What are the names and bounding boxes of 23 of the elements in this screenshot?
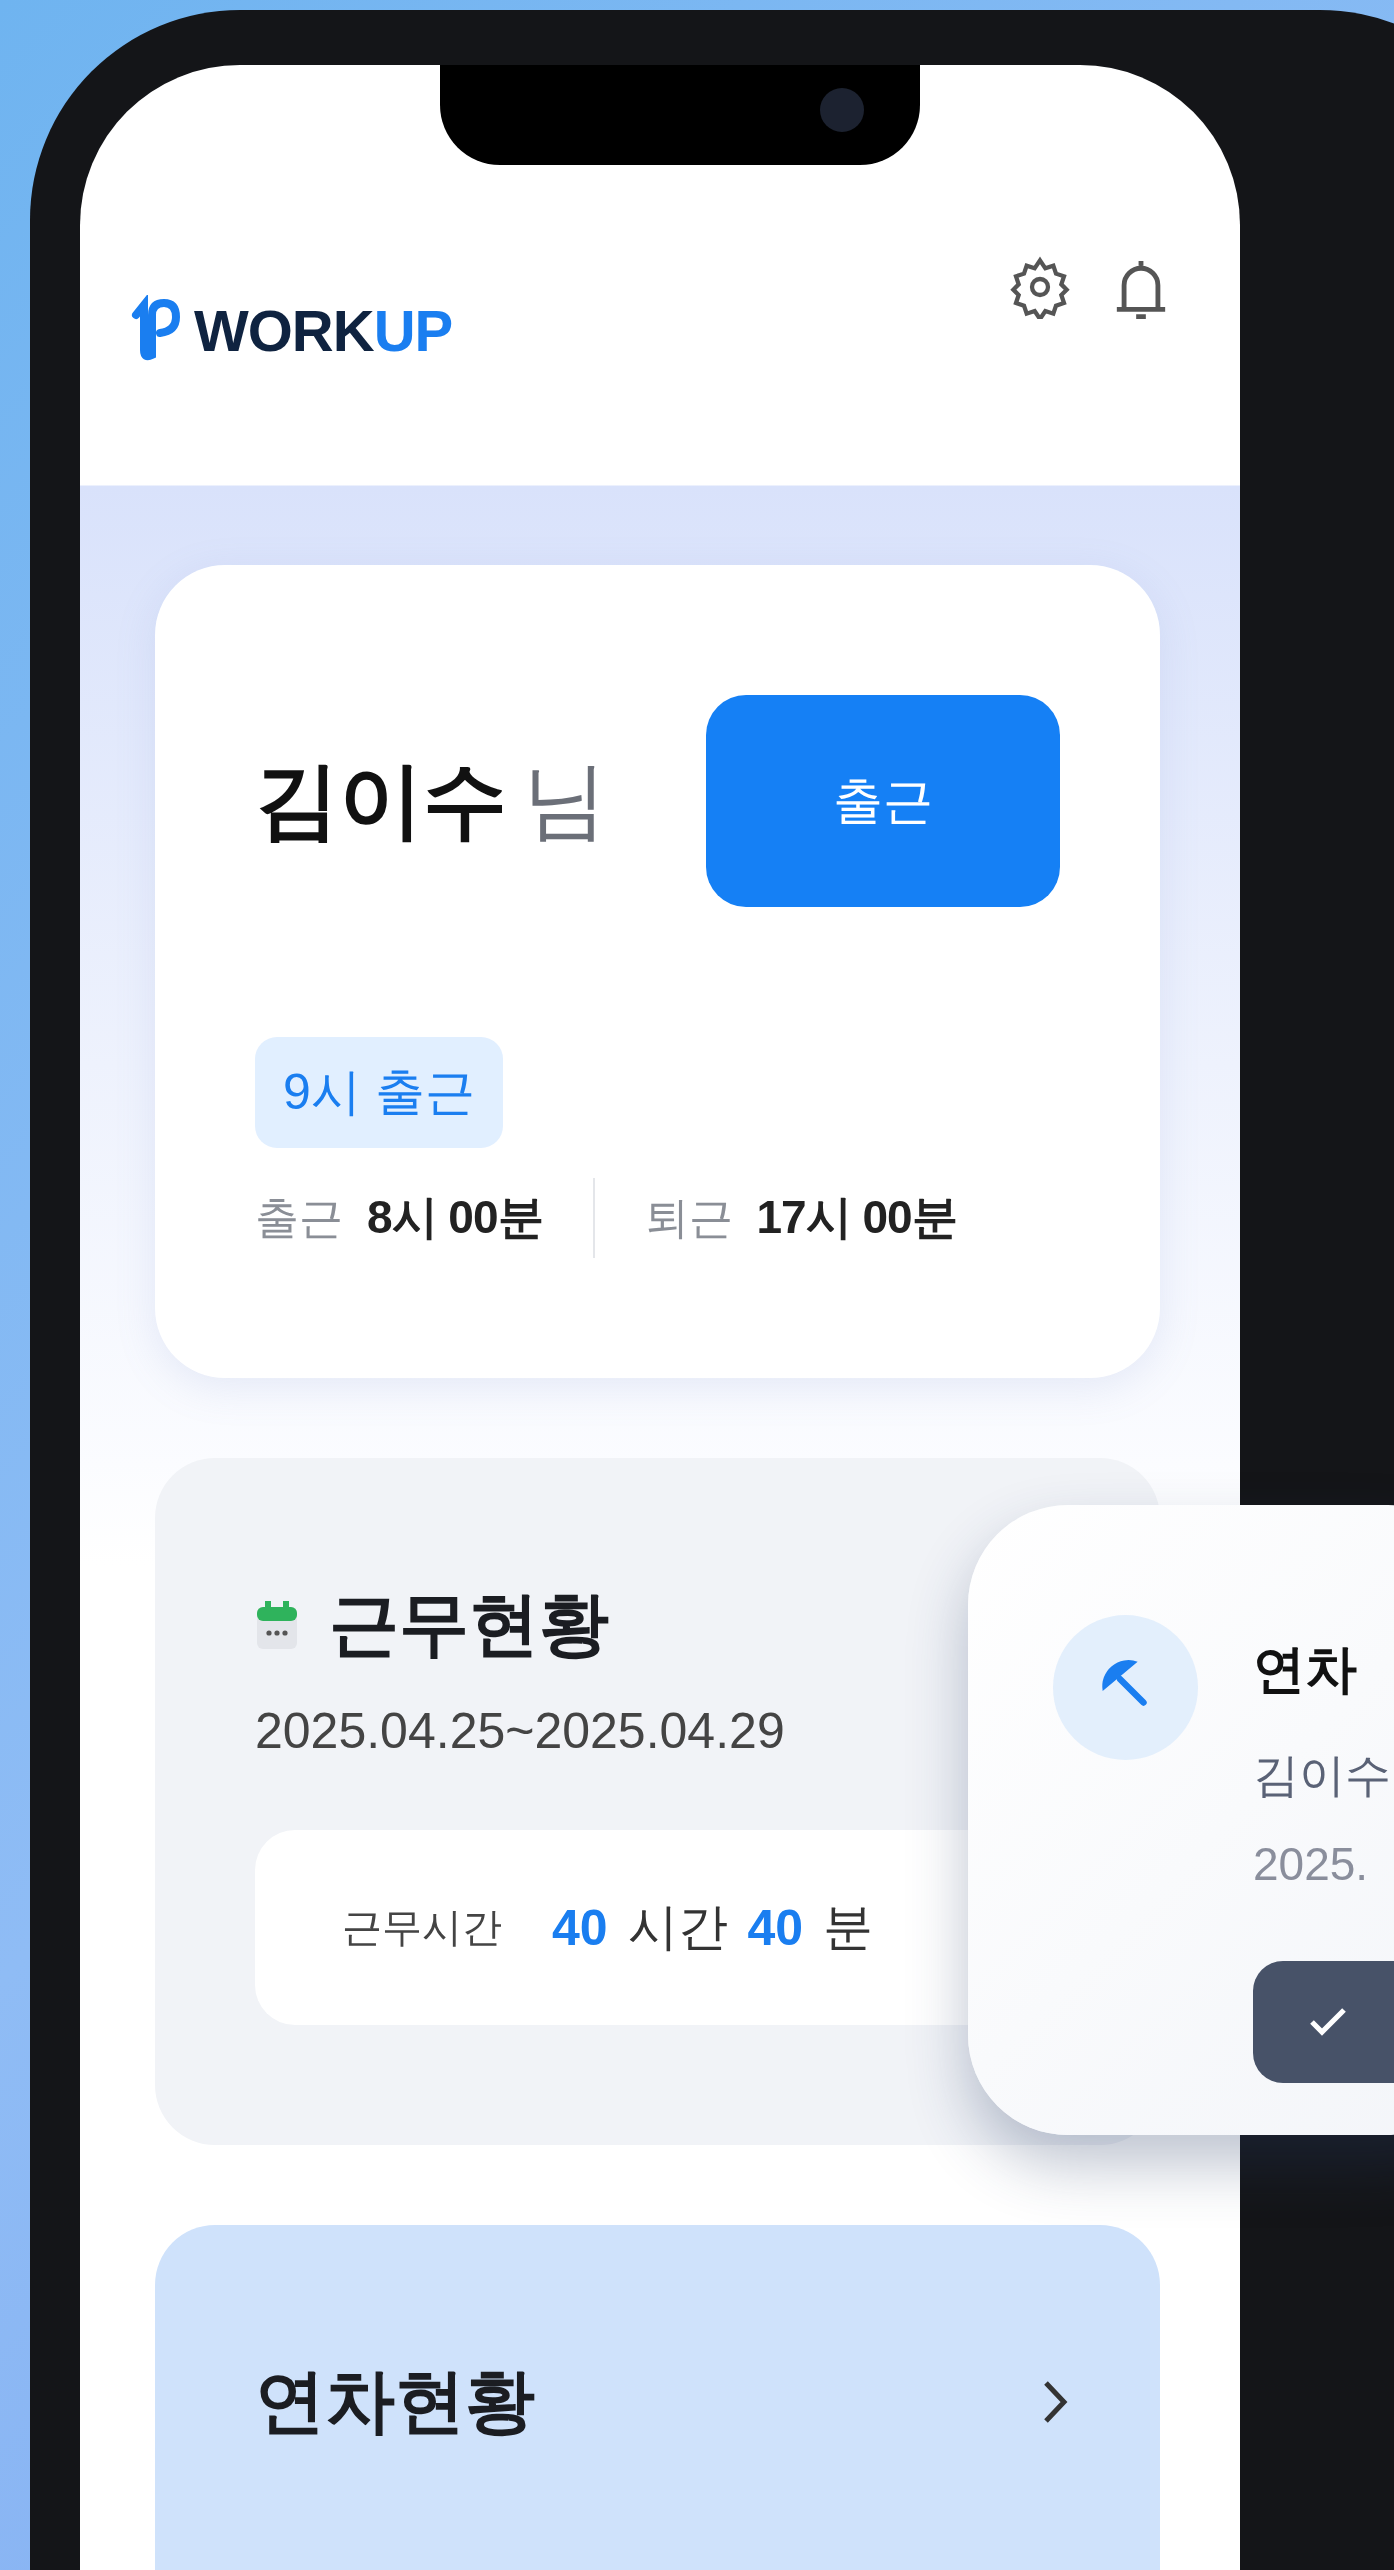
- minutes-unit: 분: [823, 1898, 874, 1957]
- time-value: 17시 00분: [756, 1190, 957, 1245]
- date-range: 2025.04.25~2025.04.29: [255, 1702, 786, 1760]
- time-label: 출근: [255, 1192, 343, 1244]
- logo-text: WORKUP: [194, 296, 453, 364]
- hours-value: 40: [551, 1898, 608, 1957]
- leave-date: 2025.: [1253, 1837, 1370, 1891]
- settings-icon[interactable]: [1008, 255, 1072, 319]
- clock-in-button[interactable]: 출근: [706, 695, 1060, 907]
- user-name: 김이수 님: [255, 752, 607, 849]
- employee-name: 김이수: [1253, 1748, 1392, 1803]
- check-icon: [1308, 2006, 1348, 2038]
- work-hours-label: 근무시간: [341, 1904, 502, 1951]
- leave-title: 연차: [1253, 1639, 1358, 1700]
- calendar-icon: [255, 1599, 299, 1651]
- shift-tag: 9시 출근: [255, 1037, 503, 1148]
- hours-unit: 시간: [627, 1898, 728, 1957]
- leave-status-card[interactable]: 연차현황: [155, 2225, 1160, 2570]
- time-value: 8시 00분: [367, 1190, 543, 1245]
- minutes-value: 40: [747, 1898, 804, 1957]
- section-title: 근무현황: [329, 1584, 609, 1665]
- section-title: 연차현황: [255, 2361, 535, 2442]
- time-label: 퇴근: [644, 1192, 733, 1244]
